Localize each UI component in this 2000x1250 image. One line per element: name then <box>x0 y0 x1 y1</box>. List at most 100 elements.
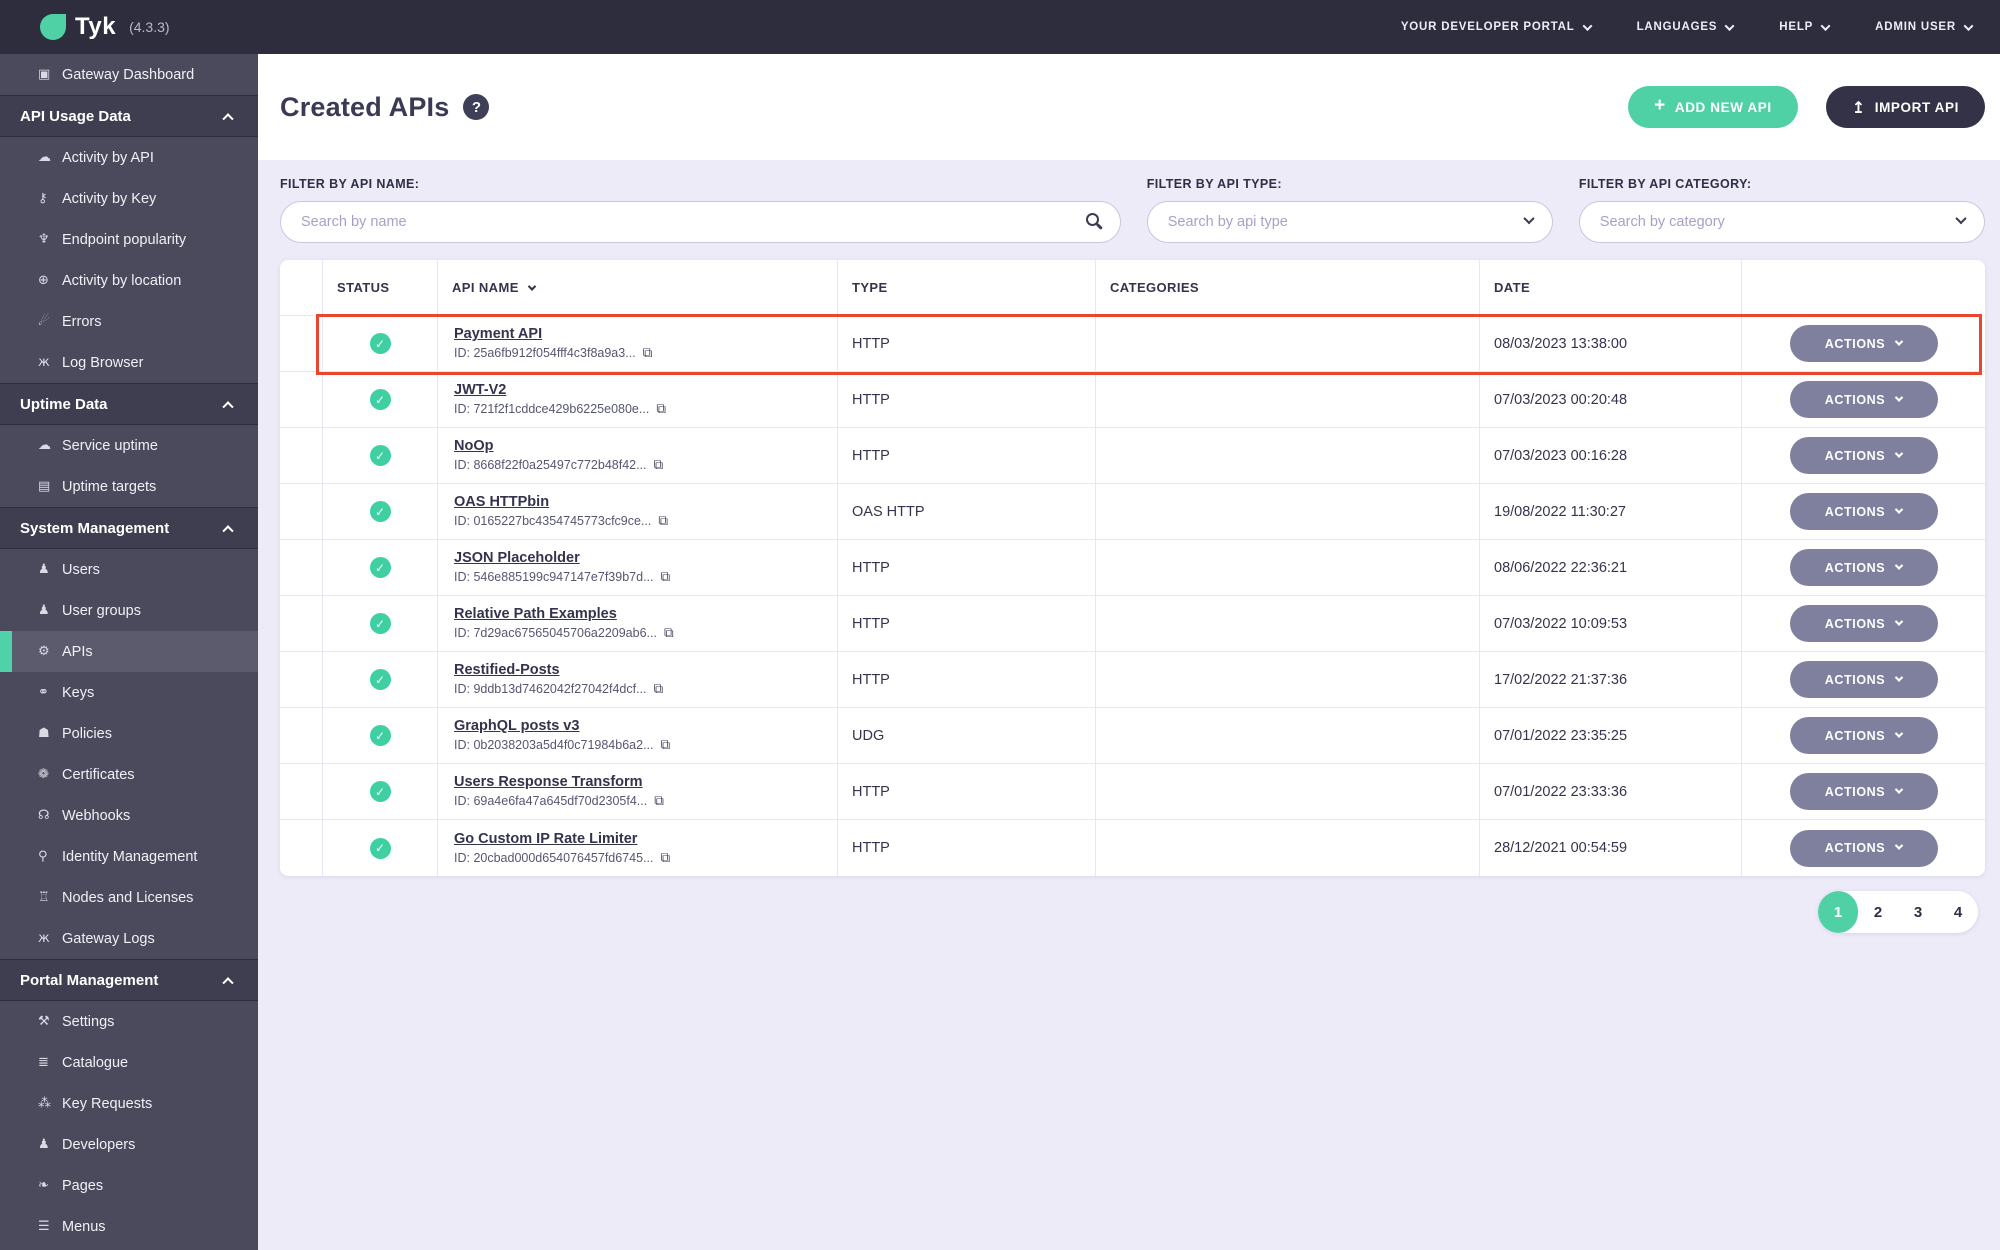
copy-icon[interactable]: ⧉ <box>654 681 664 697</box>
sidebar-item-webhooks[interactable]: ☊ Webhooks <box>0 795 258 836</box>
actions-button-label: ACTIONS <box>1824 504 1886 519</box>
actions-button[interactable]: ACTIONS <box>1789 381 1938 418</box>
copy-icon[interactable]: ⧉ <box>654 457 664 473</box>
api-name-link[interactable]: OAS HTTPbin <box>454 494 549 510</box>
sidebar-item-menus[interactable]: ☰ Menus <box>0 1206 258 1247</box>
column-header-label: API NAME <box>452 280 519 295</box>
api-type-cell: HTTP <box>838 596 1096 652</box>
api-name-link[interactable]: Restified-Posts <box>454 662 560 678</box>
actions-button[interactable]: ACTIONS <box>1789 605 1938 642</box>
sidebar-item-gateway-dashboard[interactable]: ▣ Gateway Dashboard <box>0 54 258 95</box>
actions-cell: ACTIONS <box>1742 652 1985 708</box>
actions-button[interactable]: ACTIONS <box>1789 717 1938 754</box>
add-new-api-button[interactable]: + ADD NEW API <box>1628 86 1798 128</box>
tyk-logo[interactable]: Tyk (4.3.3) <box>40 13 170 41</box>
sidebar-item-label: User groups <box>62 602 141 619</box>
api-type-select[interactable]: Search by api type <box>1146 201 1553 243</box>
copy-icon[interactable]: ⧉ <box>660 737 670 753</box>
pagination-area: 1234 <box>280 876 1985 933</box>
status-active-icon: ✓ <box>369 837 391 859</box>
copy-icon[interactable]: ⧉ <box>654 793 664 809</box>
actions-button[interactable]: ACTIONS <box>1789 661 1938 698</box>
api-name-link[interactable]: JWT-V2 <box>454 382 506 398</box>
column-header-api-name[interactable]: API NAME <box>438 260 838 316</box>
page-3[interactable]: 3 <box>1898 891 1938 933</box>
actions-button[interactable]: ACTIONS <box>1789 829 1938 867</box>
sidebar-item-users[interactable]: ♟ Users <box>0 549 258 590</box>
api-name-link[interactable]: Payment API <box>454 326 542 342</box>
copy-icon[interactable]: ⧉ <box>656 401 666 417</box>
sidebar-item-certificates[interactable]: ❁ Certificates <box>0 754 258 795</box>
api-name-cell: Restified-Posts ID: 9ddb13d7462042f27042f… <box>438 652 838 708</box>
api-id: ID: 0165227bc4354745773cfc9ce... ⧉ <box>454 513 668 529</box>
topnav-admin-user[interactable]: ADMIN USER <box>1875 20 1974 33</box>
status-cell: ✓ <box>323 540 438 596</box>
sidebar-item-nodes-and-licenses[interactable]: ♖ Nodes and Licenses <box>0 877 258 918</box>
actions-cell: ACTIONS <box>1742 540 1985 596</box>
actions-button-label: ACTIONS <box>1824 616 1886 631</box>
help-icon[interactable]: ? <box>463 94 490 120</box>
import-api-button[interactable]: ↥ IMPORT API <box>1825 86 1985 128</box>
page-1[interactable]: 1 <box>1818 891 1858 933</box>
copy-icon[interactable]: ⧉ <box>660 569 670 585</box>
table-row: ✓ Go Custom IP Rate Limiter ID: 20cbad000d… <box>280 820 1985 876</box>
sidebar-item-activity-by-location[interactable]: ⊕ Activity by location <box>0 260 258 301</box>
sidebar-item-service-uptime[interactable]: ☁ Service uptime <box>0 425 258 466</box>
column-header-type: TYPE <box>838 260 1096 316</box>
search-icon[interactable] <box>1085 213 1101 228</box>
sidebar-item-gateway-logs[interactable]: ж Gateway Logs <box>0 918 258 959</box>
filter-api-category: FILTER BY API CATEGORY: Search by catego… <box>1578 177 1985 260</box>
column-header-label: CATEGORIES <box>1110 280 1199 295</box>
topnav-your-developer-portal[interactable]: YOUR DEVELOPER PORTAL <box>1401 20 1593 33</box>
sidebar-section-api-usage-data[interactable]: API Usage Data <box>0 95 258 137</box>
api-name-link[interactable]: NoOp <box>454 438 493 454</box>
api-name-link[interactable]: GraphQL posts v3 <box>454 718 579 734</box>
sidebar-item-activity-by-key[interactable]: ⚷ Activity by Key <box>0 178 258 219</box>
actions-button[interactable]: ACTIONS <box>1789 493 1938 530</box>
sidebar-item-user-groups[interactable]: ♟ User groups <box>0 590 258 631</box>
sidebar-section-system-management[interactable]: System Management <box>0 507 258 549</box>
sidebar-section-portal-management[interactable]: Portal Management <box>0 959 258 1001</box>
sidebar-item-keys[interactable]: ⚭ Keys <box>0 672 258 713</box>
sidebar-item-uptime-targets[interactable]: ▤ Uptime targets <box>0 466 258 507</box>
page-4[interactable]: 4 <box>1938 891 1978 933</box>
api-name-link[interactable]: Relative Path Examples <box>454 606 617 622</box>
sidebar-section-uptime-data[interactable]: Uptime Data <box>0 383 258 425</box>
actions-button[interactable]: ACTIONS <box>1789 325 1938 362</box>
actions-button[interactable]: ACTIONS <box>1789 437 1938 474</box>
sidebar-item-catalogue[interactable]: ≣ Catalogue <box>0 1042 258 1083</box>
api-name-link[interactable]: Go Custom IP Rate Limiter <box>454 831 637 847</box>
topnav-languages[interactable]: LANGUAGES <box>1637 20 1735 33</box>
sidebar-item-apis[interactable]: ⚙ APIs <box>0 631 258 672</box>
sidebar-item-label: Keys <box>62 684 95 701</box>
topnav-help[interactable]: HELP <box>1779 20 1831 33</box>
sidebar-item-identity-management[interactable]: ⚲ Identity Management <box>0 836 258 877</box>
page-2[interactable]: 2 <box>1858 891 1898 933</box>
api-name-cell: Go Custom IP Rate Limiter ID: 20cbad000d6… <box>438 820 838 876</box>
sidebar-item-activity-by-api[interactable]: ☁ Activity by API <box>0 137 258 178</box>
sidebar-item-settings[interactable]: ⚒ Settings <box>0 1001 258 1042</box>
sidebar-item-errors[interactable]: ☄ Errors <box>0 301 258 342</box>
copy-icon[interactable]: ⧉ <box>664 625 674 641</box>
row-lead-cell <box>280 708 323 764</box>
copy-icon[interactable]: ⧉ <box>643 345 653 361</box>
search-by-name-input[interactable] <box>280 201 1121 243</box>
api-category-select[interactable]: Search by category <box>1578 201 1985 243</box>
api-name-link[interactable]: Users Response Transform <box>454 774 643 790</box>
actions-cell: ACTIONS <box>1742 316 1985 372</box>
sidebar-item-pages[interactable]: ❧ Pages <box>0 1165 258 1206</box>
copy-icon[interactable]: ⧉ <box>660 850 670 866</box>
sidebar-section-portal-management-label: Portal Management <box>20 971 159 989</box>
sidebar-item-log-browser[interactable]: ж Log Browser <box>0 342 258 383</box>
sidebar-item-label: Developers <box>62 1136 136 1153</box>
copy-icon[interactable]: ⧉ <box>658 513 668 529</box>
actions-button[interactable]: ACTIONS <box>1789 773 1938 810</box>
table-row: ✓ Restified-Posts ID: 9ddb13d7462042f27042… <box>280 652 1985 708</box>
sidebar-item-endpoint-popularity[interactable]: ♆ Endpoint popularity <box>0 219 258 260</box>
actions-button[interactable]: ACTIONS <box>1789 549 1938 586</box>
user-icon: ♟ <box>38 562 50 577</box>
sidebar-item-policies[interactable]: ☗ Policies <box>0 713 258 754</box>
sidebar-item-key-requests[interactable]: ⁂ Key Requests <box>0 1083 258 1124</box>
sidebar-item-developers[interactable]: ♟ Developers <box>0 1124 258 1165</box>
api-name-link[interactable]: JSON Placeholder <box>454 550 580 566</box>
